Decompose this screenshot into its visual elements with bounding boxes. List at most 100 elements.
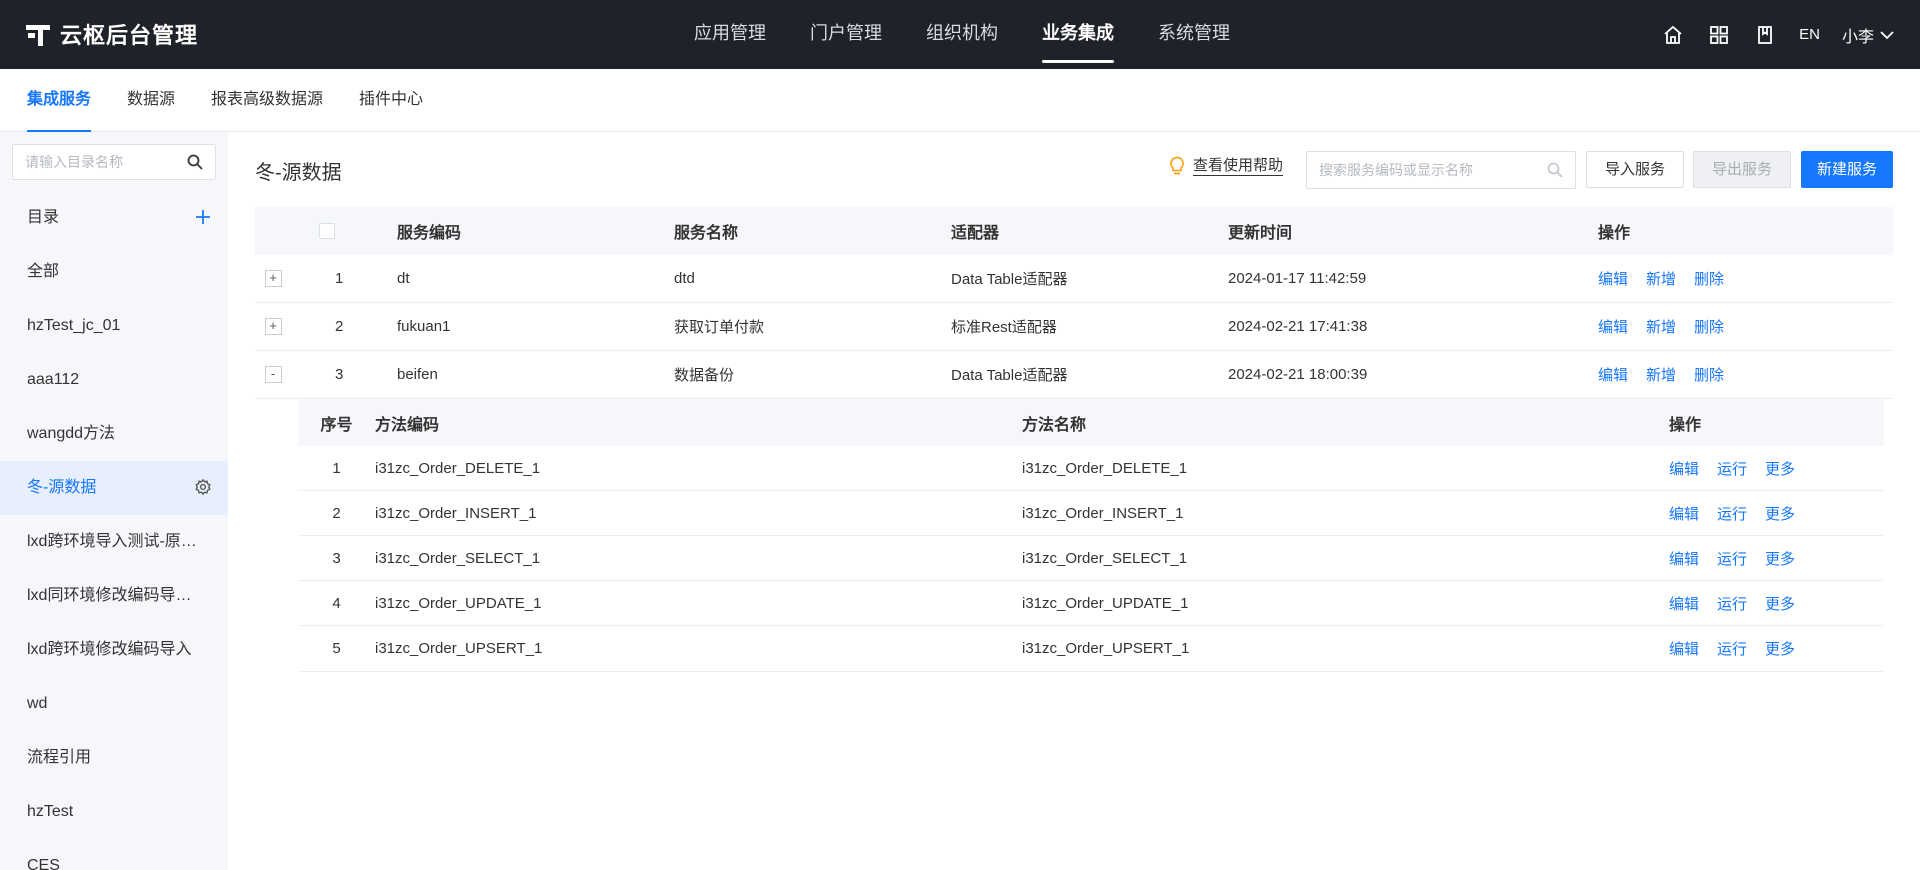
method-actions: 编辑 运行 更多: [1669, 638, 1884, 659]
user-menu[interactable]: 小李: [1842, 23, 1894, 47]
tab-integration-service[interactable]: 集成服务: [27, 69, 92, 133]
sub-header-code: 方法编码: [375, 416, 440, 434]
service-adapter: Data Table适配器: [951, 271, 1068, 288]
catalog-item[interactable]: 流程引用: [0, 731, 228, 785]
run-link[interactable]: 运行: [1717, 638, 1747, 659]
run-link[interactable]: 运行: [1717, 548, 1747, 569]
catalog-item[interactable]: wangdd方法: [0, 407, 228, 461]
edit-link[interactable]: 编辑: [1669, 593, 1699, 614]
header-ops: 操作: [1598, 225, 1631, 242]
main-content: 冬-源数据 查看使用帮助 导入服务 导出服务 新建服务 服务编码 服务名称 适配…: [228, 132, 1920, 870]
add-link[interactable]: 新增: [1646, 268, 1676, 289]
tab-report-datasource[interactable]: 报表高级数据源: [211, 69, 323, 132]
lightbulb-icon: [1170, 156, 1184, 175]
service-adapter: 标准Rest适配器: [951, 319, 1057, 336]
gear-icon[interactable]: [194, 478, 212, 496]
catalog-item[interactable]: lxd同环境修改编码导入测试: [0, 569, 228, 623]
row-index: 1: [335, 270, 344, 287]
method-code: i31zc_Order_DELETE_1: [375, 459, 541, 477]
service-time: 2024-02-21 18:00:39: [1228, 366, 1368, 383]
service-code: fukuan1: [397, 318, 451, 335]
table-row: + 2 fukuan1 获取订单付款 标准Rest适配器 2024-02-21 …: [255, 303, 1893, 351]
delete-link[interactable]: 删除: [1694, 268, 1724, 289]
method-code: i31zc_Order_SELECT_1: [375, 549, 541, 567]
service-name: 获取订单付款: [674, 319, 765, 336]
top-right-tools: EN 小李: [1661, 0, 1894, 69]
expand-toggle[interactable]: +: [264, 318, 282, 335]
import-service-button[interactable]: 导入服务: [1586, 151, 1684, 188]
method-index: 5: [332, 640, 341, 657]
tab-datasource[interactable]: 数据源: [127, 69, 175, 132]
search-icon[interactable]: [1547, 162, 1563, 178]
topnav-item-portal[interactable]: 门户管理: [788, 0, 904, 69]
catalog-item[interactable]: aaa112: [0, 353, 228, 407]
catalog-item[interactable]: hzTest: [0, 785, 228, 839]
more-link[interactable]: 更多: [1765, 593, 1795, 614]
catalog-item[interactable]: lxd跨环境导入测试-原数据: [0, 515, 228, 569]
grid-icon[interactable]: [1707, 23, 1731, 47]
new-service-button[interactable]: 新建服务: [1801, 151, 1893, 188]
row-actions: 编辑 新增 删除: [1598, 268, 1893, 289]
topnav-item-org[interactable]: 组织机构: [904, 0, 1020, 69]
service-code: dt: [397, 270, 410, 287]
run-link[interactable]: 运行: [1717, 593, 1747, 614]
service-search-input[interactable]: [1307, 152, 1537, 188]
row-actions: 编辑 新增 删除: [1598, 316, 1893, 337]
edit-link[interactable]: 编辑: [1669, 458, 1699, 479]
select-all-checkbox[interactable]: [319, 223, 335, 239]
edit-link[interactable]: 编辑: [1669, 503, 1699, 524]
collapse-toggle[interactable]: -: [264, 366, 282, 383]
delete-link[interactable]: 删除: [1694, 316, 1724, 337]
add-icon[interactable]: [194, 208, 212, 226]
add-link[interactable]: 新增: [1646, 364, 1676, 385]
search-icon[interactable]: [187, 154, 203, 170]
sub-header-name: 方法名称: [1022, 416, 1087, 434]
expand-toggle[interactable]: +: [264, 270, 282, 287]
catalog-item[interactable]: wd: [0, 677, 228, 731]
catalog-search-input[interactable]: [13, 145, 178, 179]
method-index: 2: [332, 504, 341, 522]
topnav-item-integration[interactable]: 业务集成: [1020, 0, 1136, 69]
topnav-item-system[interactable]: 系统管理: [1136, 0, 1252, 69]
book-icon[interactable]: [1753, 23, 1777, 47]
catalog-search: [12, 144, 216, 180]
edit-link[interactable]: 编辑: [1669, 548, 1699, 569]
top-bar: 云枢后台管理 应用管理 门户管理 组织机构 业务集成 系统管理 EN 小李: [0, 0, 1920, 69]
more-link[interactable]: 更多: [1765, 503, 1795, 524]
catalog-item-all[interactable]: 全部: [0, 245, 228, 299]
catalog-label: 目录: [27, 209, 60, 226]
header-select-cell: [291, 223, 397, 239]
delete-link[interactable]: 删除: [1694, 364, 1724, 385]
catalog-item[interactable]: CES: [0, 839, 228, 870]
more-link[interactable]: 更多: [1765, 548, 1795, 569]
method-row: 5 i31zc_Order_UPSERT_1 i31zc_Order_UPSER…: [298, 626, 1884, 671]
edit-link[interactable]: 编辑: [1598, 316, 1628, 337]
header-code: 服务编码: [397, 225, 462, 242]
row-actions: 编辑 新增 删除: [1598, 364, 1893, 385]
header-time: 更新时间: [1228, 225, 1293, 242]
topnav-item-app[interactable]: 应用管理: [672, 0, 788, 69]
table-row: + 1 dt dtd Data Table适配器 2024-01-17 11:4…: [255, 255, 1893, 303]
catalog-item[interactable]: lxd跨环境修改编码导入: [0, 623, 228, 677]
more-link[interactable]: 更多: [1765, 458, 1795, 479]
catalog-item[interactable]: hzTest_jc_01: [0, 299, 228, 353]
add-link[interactable]: 新增: [1646, 316, 1676, 337]
tab-plugin-center[interactable]: 插件中心: [359, 69, 423, 132]
method-index: 4: [332, 594, 341, 612]
method-actions: 编辑 运行 更多: [1669, 503, 1884, 524]
edit-link[interactable]: 编辑: [1669, 638, 1699, 659]
service-name: dtd: [674, 270, 695, 287]
sub-header-index: 序号: [320, 416, 353, 434]
more-link[interactable]: 更多: [1765, 638, 1795, 659]
help-link[interactable]: 查看使用帮助: [1169, 156, 1284, 176]
edit-link[interactable]: 编辑: [1598, 268, 1628, 289]
language-switch[interactable]: EN: [1799, 26, 1820, 43]
app-logo[interactable]: 云枢后台管理: [26, 18, 198, 50]
run-link[interactable]: 运行: [1717, 458, 1747, 479]
edit-link[interactable]: 编辑: [1598, 364, 1628, 385]
home-icon[interactable]: [1661, 23, 1685, 47]
export-service-button[interactable]: 导出服务: [1693, 151, 1791, 188]
method-name: i31zc_Order_SELECT_1: [1022, 549, 1188, 567]
catalog-item-active[interactable]: 冬-源数据: [0, 461, 228, 515]
run-link[interactable]: 运行: [1717, 503, 1747, 524]
